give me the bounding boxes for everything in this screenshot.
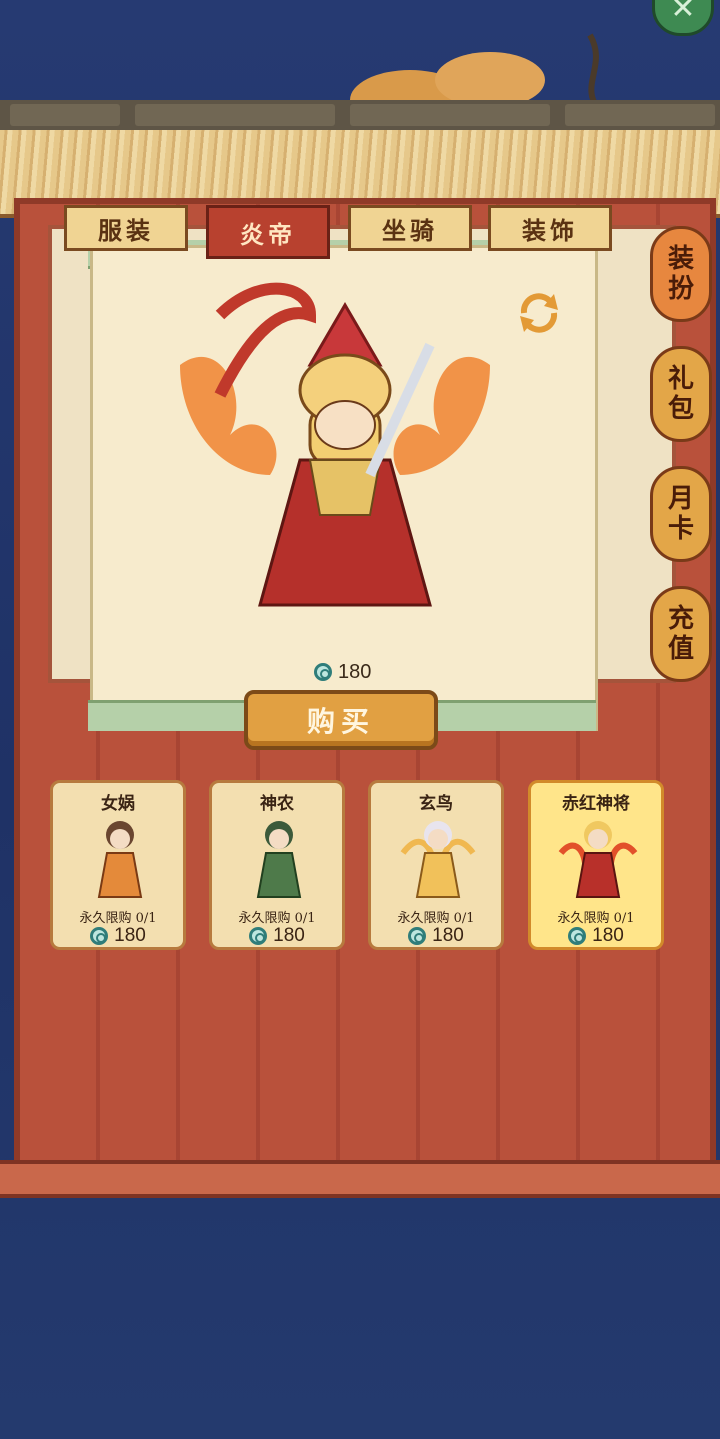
side-menu-recharge[interactable]: 充 值 bbox=[650, 586, 712, 682]
item-price-value: 180 bbox=[592, 925, 624, 946]
item-price: 180 bbox=[371, 925, 501, 947]
item-purchase-limit: 永久限购 0/1 bbox=[557, 911, 635, 926]
jade-coin-icon bbox=[90, 927, 109, 945]
item-name: 玄鸟 bbox=[419, 794, 453, 814]
jade-coin-icon bbox=[249, 927, 268, 945]
roof-beam bbox=[0, 100, 720, 130]
side-menu-label: 装 bbox=[667, 244, 694, 274]
tab-decoration[interactable]: 装饰 bbox=[488, 205, 612, 251]
shennong-portrait bbox=[256, 821, 302, 898]
item-name: 神农 bbox=[260, 794, 294, 814]
side-menu-label: 值 bbox=[667, 634, 694, 664]
side-menu-gift-pack[interactable]: 礼 包 bbox=[650, 346, 712, 442]
item-card-nuwa[interactable]: 女娲 永久限购 0/1 180 bbox=[50, 780, 186, 950]
side-menu-dress-up[interactable]: 装 扮 bbox=[650, 226, 712, 322]
item-price: 180 bbox=[53, 925, 183, 947]
item-name: 赤红神将 bbox=[562, 794, 630, 814]
item-card-shennong[interactable]: 神农 永久限购 0/1 180 bbox=[209, 780, 345, 950]
xuanniao-portrait bbox=[400, 821, 476, 898]
jade-coin-icon bbox=[408, 927, 427, 945]
cabinet-base-beam bbox=[0, 1160, 720, 1198]
preview-price-value: 180 bbox=[338, 660, 372, 683]
crimson-general-portrait bbox=[558, 821, 638, 898]
side-menu-label: 包 bbox=[667, 394, 694, 424]
item-price: 180 bbox=[212, 925, 342, 947]
side-menu-label: 扮 bbox=[667, 274, 694, 304]
nuwa-portrait bbox=[97, 821, 143, 898]
jade-coin-icon bbox=[568, 927, 587, 945]
close-icon: ✕ bbox=[670, 0, 696, 26]
side-menu-label: 月 bbox=[667, 484, 694, 514]
item-price: 180 bbox=[531, 925, 661, 947]
hero-costume-preview bbox=[180, 282, 490, 607]
jade-coin-icon bbox=[314, 663, 332, 681]
tab-mount[interactable]: 坐骑 bbox=[348, 205, 472, 251]
tab-yandi[interactable]: 炎帝 bbox=[206, 205, 330, 259]
preview-price: 180 bbox=[314, 658, 371, 686]
side-menu-label: 充 bbox=[667, 604, 694, 634]
side-menu-monthly-card[interactable]: 月 卡 bbox=[650, 466, 712, 562]
item-name: 女娲 bbox=[101, 794, 135, 814]
category-tabs: 服装 炎帝 坐骑 装饰 bbox=[64, 205, 612, 259]
side-menu-label: 卡 bbox=[667, 514, 694, 544]
item-price-value: 180 bbox=[273, 925, 305, 946]
refresh-icon[interactable] bbox=[514, 288, 564, 338]
item-price-value: 180 bbox=[432, 925, 464, 946]
item-card-crimson-general[interactable]: 赤红神将 永久限购 0/1 180 bbox=[528, 780, 664, 950]
tab-clothing[interactable]: 服装 bbox=[64, 205, 188, 251]
item-purchase-limit: 永久限购 0/1 bbox=[397, 911, 475, 926]
item-card-xuanniao[interactable]: 玄鸟 永久限购 0/1 180 bbox=[368, 780, 504, 950]
buy-button[interactable]: 购买 bbox=[244, 690, 438, 750]
item-price-value: 180 bbox=[114, 925, 146, 946]
item-purchase-limit: 永久限购 0/1 bbox=[238, 911, 316, 926]
item-purchase-limit: 永久限购 0/1 bbox=[79, 911, 157, 926]
side-menu-label: 礼 bbox=[667, 364, 694, 394]
